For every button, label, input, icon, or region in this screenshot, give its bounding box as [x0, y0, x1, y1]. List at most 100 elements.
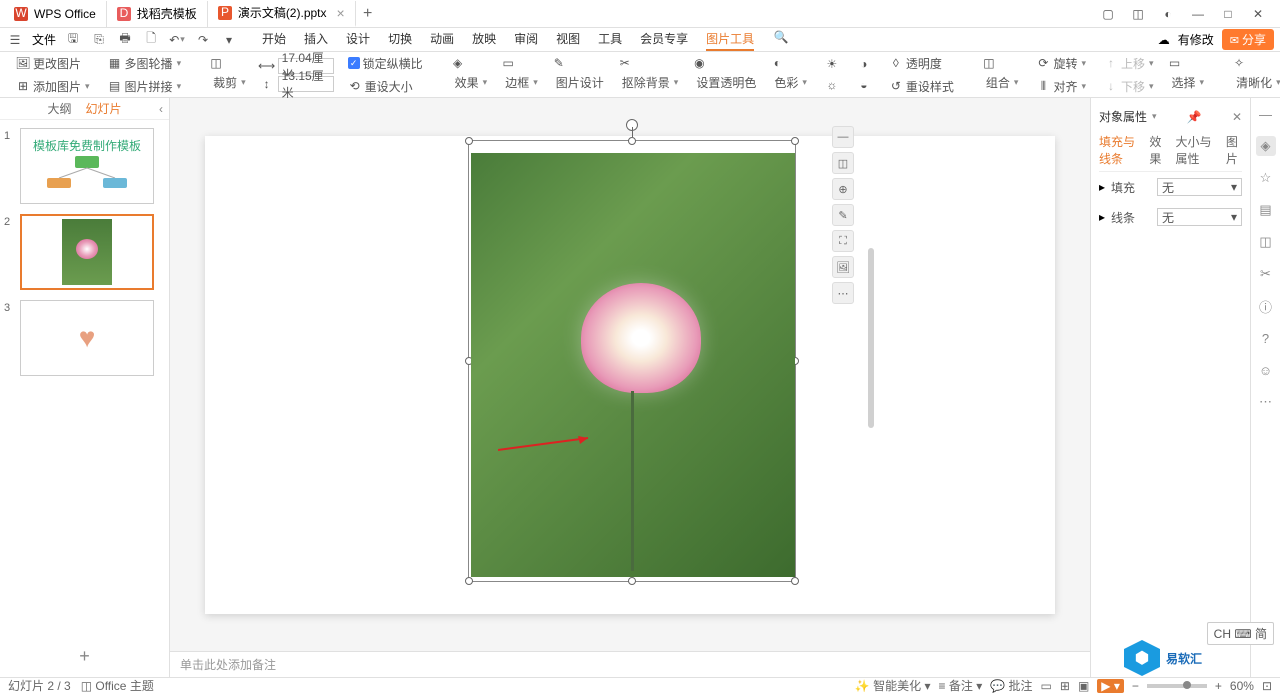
undo-icon[interactable]: ↶▾ — [168, 31, 186, 49]
ribbon-tab-design[interactable]: 设计 — [346, 28, 370, 51]
rail-layout-icon[interactable]: ▤ — [1256, 200, 1276, 220]
notes-pane[interactable]: 单击此处添加备注 — [170, 651, 1090, 677]
float-collapse-button[interactable]: — — [832, 126, 854, 148]
effect-button[interactable]: 效果▾ — [451, 72, 492, 93]
export-icon[interactable]: ⎘ — [90, 31, 108, 49]
user-icon[interactable]: ◐ — [1160, 7, 1176, 21]
more-icon[interactable]: ▾ — [220, 31, 238, 49]
prop-tab-size[interactable]: 大小与属性 — [1176, 133, 1216, 167]
search-icon[interactable]: 🔍 — [772, 28, 790, 46]
tab-close-icon[interactable]: × — [337, 5, 345, 21]
float-crop-button[interactable]: ◫ — [832, 152, 854, 174]
rail-template-icon[interactable]: ◫ — [1256, 232, 1276, 252]
apps-icon[interactable]: ▢ — [1100, 7, 1116, 21]
ribbon-tab-member[interactable]: 会员专享 — [640, 28, 688, 51]
file-menu[interactable]: 文件 — [32, 31, 56, 48]
view-slideshow-button[interactable]: ▶ ▾ — [1097, 679, 1124, 693]
reset-size-button[interactable]: ⟲重设大小 — [344, 76, 427, 97]
share-button[interactable]: ✉ 分享 — [1222, 29, 1274, 50]
fill-select[interactable]: 无▾ — [1157, 178, 1242, 196]
notes-toggle[interactable]: ≡ 备注 ▾ — [939, 677, 983, 694]
contrast-up-button[interactable]: ◑ — [853, 55, 875, 73]
document-tab[interactable]: P 演示文稿(2).pptx × — [208, 1, 356, 27]
add-slide-button[interactable]: + — [0, 636, 169, 677]
rail-more-icon[interactable]: ⋯ — [1256, 392, 1276, 412]
multi-rotate-button[interactable]: ▦多图轮播▾ — [104, 53, 186, 74]
resize-handle-b[interactable] — [628, 577, 636, 585]
line-select[interactable]: 无▾ — [1157, 208, 1242, 226]
prop-tab-fill-line[interactable]: 填充与线条 — [1099, 133, 1139, 167]
brightness-up-button[interactable]: ☀ — [821, 55, 843, 73]
redo-icon[interactable]: ↷ — [194, 31, 212, 49]
close-button[interactable]: ✕ — [1250, 7, 1266, 21]
cube-icon[interactable]: ◫ — [1130, 7, 1146, 21]
view-reading-button[interactable]: ▣ — [1078, 679, 1089, 693]
collapse-panel-icon[interactable]: ‹ — [159, 102, 163, 116]
rail-favorite-icon[interactable]: ☆ — [1256, 168, 1276, 188]
rail-person-icon[interactable]: ☺ — [1256, 360, 1276, 380]
resize-handle-tl[interactable] — [465, 137, 473, 145]
height-input[interactable]: 13.15厘米 — [278, 76, 334, 92]
slide-thumb-1[interactable]: 模板库免费制作模板 — [20, 128, 154, 204]
vertical-scrollbar[interactable] — [868, 248, 874, 428]
reset-style-button[interactable]: ↺重设样式 — [885, 76, 958, 97]
float-replace-button[interactable]: 🖼 — [832, 256, 854, 278]
add-tab-button[interactable]: + — [356, 5, 380, 23]
resize-handle-bl[interactable] — [465, 577, 473, 585]
color-button[interactable]: 色彩▾ — [770, 72, 811, 93]
pin-panel-icon[interactable]: 📌 — [1187, 110, 1202, 124]
picture-collage-button[interactable]: ▤图片拼接▾ — [104, 76, 186, 97]
slides-tab[interactable]: 幻灯片 — [86, 100, 122, 117]
template-tab[interactable]: D 找稻壳模板 — [107, 1, 208, 27]
crop-button[interactable]: 裁剪▾ — [209, 72, 250, 93]
preview-icon[interactable]: 🗋 — [142, 31, 160, 49]
float-zoom-button[interactable]: ⊕ — [832, 178, 854, 200]
zoom-slider[interactable] — [1147, 684, 1207, 688]
ribbon-tab-picture-tools[interactable]: 图片工具 — [706, 28, 754, 51]
select-button[interactable]: 选择▾ — [1168, 72, 1209, 93]
lock-ratio-checkbox[interactable]: ✓锁定纵横比 — [344, 53, 427, 74]
rail-info-icon[interactable]: ⓘ — [1256, 296, 1276, 316]
clarity-button[interactable]: 清晰化▾ — [1232, 72, 1280, 93]
view-normal-button[interactable]: ▭ — [1041, 679, 1052, 693]
rail-properties-icon[interactable]: ◈ — [1256, 136, 1276, 156]
maximize-button[interactable]: □ — [1220, 7, 1236, 21]
transparency-button[interactable]: ◊透明度 — [885, 53, 958, 74]
remove-bg-button[interactable]: 抠除背景▾ — [618, 72, 683, 93]
sync-status-icon[interactable]: ☁ — [1158, 33, 1170, 47]
slide-position[interactable]: 幻灯片 2 / 3 — [8, 677, 71, 694]
save-icon[interactable]: 🖫 — [64, 31, 82, 49]
align-button[interactable]: ⫴对齐▾ — [1032, 76, 1090, 97]
ribbon-tab-tools[interactable]: 工具 — [598, 28, 622, 51]
combine-button[interactable]: 组合▾ — [982, 72, 1023, 93]
prop-tab-effect[interactable]: 效果 — [1149, 133, 1165, 167]
slide-thumb-2[interactable] — [20, 214, 154, 290]
rotate-button[interactable]: ⟳旋转▾ — [1032, 53, 1090, 74]
rail-help-icon[interactable]: ? — [1256, 328, 1276, 348]
smart-beautify-button[interactable]: ✨ 智能美化 ▾ — [855, 677, 931, 694]
ribbon-tab-transition[interactable]: 切换 — [388, 28, 412, 51]
close-panel-icon[interactable]: ✕ — [1232, 110, 1242, 124]
resize-handle-t[interactable] — [628, 137, 636, 145]
minimize-button[interactable]: — — [1190, 7, 1206, 21]
selected-image[interactable] — [468, 140, 796, 582]
rail-tools-icon[interactable]: ✂ — [1256, 264, 1276, 284]
canvas-wrap[interactable]: — ◫ ⊕ ✎ ⛶ 🖼 ⋯ — [170, 98, 1090, 651]
prop-tab-picture[interactable]: 图片 — [1226, 133, 1242, 167]
set-transparent-button[interactable]: 设置透明色 — [692, 72, 760, 93]
ribbon-tab-review[interactable]: 审阅 — [514, 28, 538, 51]
ribbon-tab-animation[interactable]: 动画 — [430, 28, 454, 51]
view-sorter-button[interactable]: ⊞ — [1060, 679, 1070, 693]
comments-toggle[interactable]: 💬 批注 — [990, 677, 1032, 694]
float-fit-button[interactable]: ⛶ — [832, 230, 854, 252]
app-tab[interactable]: W WPS Office — [4, 1, 107, 27]
expand-fill-icon[interactable]: ▸ — [1099, 180, 1105, 194]
contrast-down-button[interactable]: ◒ — [853, 76, 875, 94]
menu-hamburger-icon[interactable]: ☰ — [6, 31, 24, 49]
float-more-button[interactable]: ⋯ — [832, 282, 854, 304]
brightness-down-button[interactable]: ☼ — [821, 76, 843, 94]
rail-collapse-icon[interactable]: — — [1256, 104, 1276, 124]
ribbon-tab-view[interactable]: 视图 — [556, 28, 580, 51]
border-button[interactable]: 边框▾ — [501, 72, 542, 93]
picture-design-button[interactable]: 图片设计 — [552, 72, 608, 93]
